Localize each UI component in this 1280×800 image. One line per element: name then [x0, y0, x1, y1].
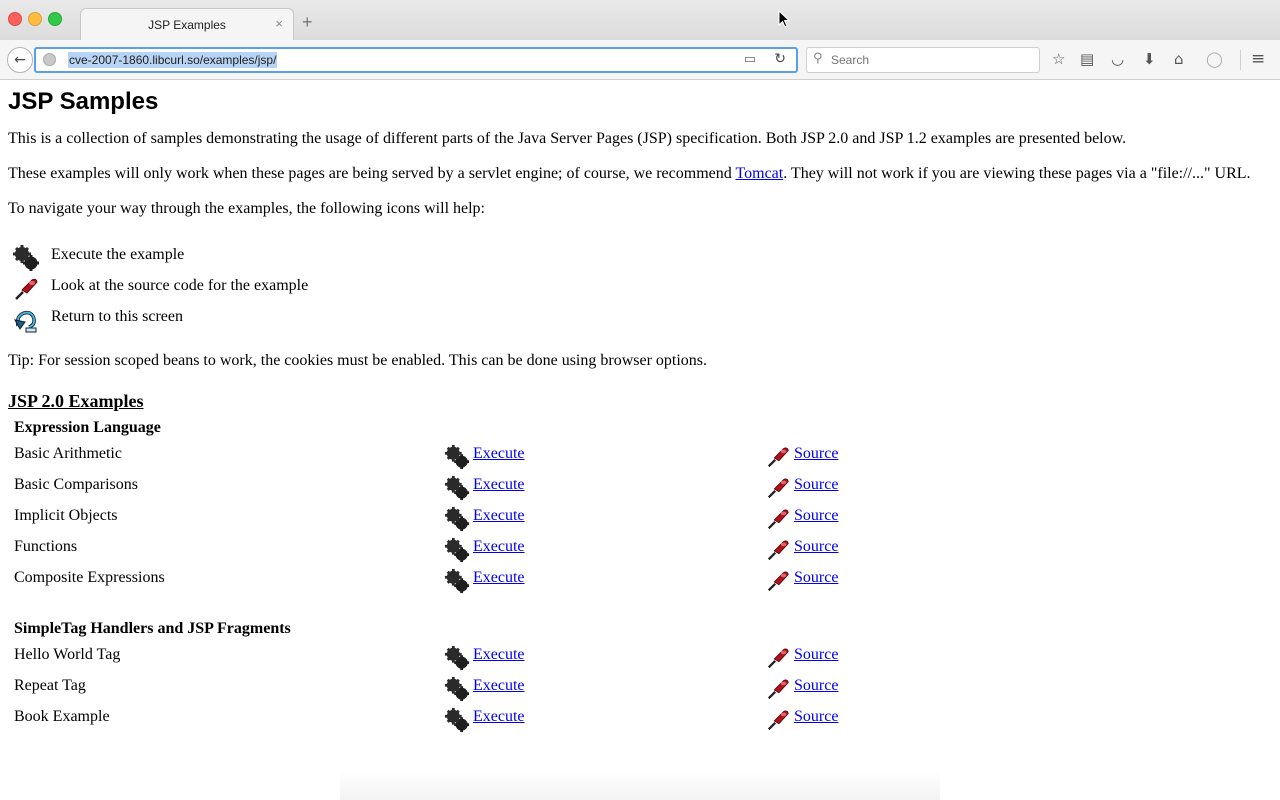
source-link[interactable]: Source [794, 507, 838, 525]
note-text-before: These examples will only work when these… [8, 165, 736, 182]
pen-icon [15, 278, 38, 300]
gears-icon[interactable] [444, 676, 470, 702]
navigation-toolbar: ← cve-2007-1860.libcurl.so/examples/jsp/… [0, 40, 1280, 80]
pen-icon[interactable] [765, 707, 791, 733]
group-title-expression-language: Expression Language [14, 419, 161, 436]
back-arrow-icon: ← [14, 52, 26, 68]
address-bar[interactable]: cve-2007-1860.libcurl.so/examples/jsp/ ▭… [34, 47, 798, 73]
gears-icon[interactable] [444, 444, 470, 470]
example-row: Functions Execute Source [0, 537, 1280, 568]
example-name: Book Example [14, 708, 110, 725]
pocket-icon[interactable]: ◡ [1111, 50, 1124, 68]
tab-close-icon[interactable]: × [275, 16, 283, 31]
reader-view-icon[interactable]: ▭ [744, 52, 756, 67]
new-tab-button[interactable]: + [302, 13, 313, 31]
example-row: Repeat Tag Execute Source [0, 676, 1280, 707]
tomcat-link[interactable]: Tomcat [735, 165, 783, 182]
tip-paragraph: Tip: For session scoped beans to work, t… [8, 352, 708, 369]
example-row: Basic Comparisons Execute Source [0, 475, 1280, 506]
bookmarks-list-icon[interactable]: ▤ [1080, 50, 1094, 68]
navigate-paragraph: To navigate your way through the example… [8, 200, 485, 217]
example-name: Functions [14, 538, 78, 555]
pen-icon[interactable] [765, 568, 791, 594]
execute-link[interactable]: Execute [473, 569, 525, 587]
pen-icon[interactable] [765, 444, 791, 470]
tab-jsp-examples[interactable]: JSP Examples × [80, 8, 294, 40]
execute-link[interactable]: Execute [473, 538, 525, 556]
section-title-jsp20: JSP 2.0 Examples [8, 391, 144, 411]
servlet-note-paragraph: These examples will only work when these… [8, 165, 1251, 183]
minimize-window-button[interactable] [28, 12, 42, 26]
gears-icon [13, 245, 39, 271]
example-name: Implicit Objects [14, 507, 118, 524]
gears-icon[interactable] [444, 506, 470, 532]
reload-icon[interactable]: ↻ [774, 51, 786, 67]
site-identity-icon[interactable] [43, 53, 56, 66]
title-bar: JSP Examples × + [0, 0, 1280, 40]
close-window-button[interactable] [8, 12, 22, 26]
home-icon[interactable]: ⌂ [1174, 50, 1184, 68]
execute-link[interactable]: Execute [473, 708, 525, 726]
legend-execute-text: Execute the example [51, 246, 185, 263]
pen-icon[interactable] [765, 645, 791, 671]
pen-icon[interactable] [765, 506, 791, 532]
example-name: Hello World Tag [14, 646, 121, 663]
toolbar-divider [1240, 50, 1241, 70]
gears-icon[interactable] [444, 707, 470, 733]
bookmark-star-icon[interactable]: ☆ [1052, 50, 1065, 68]
source-link[interactable]: Source [794, 538, 838, 556]
example-row: Hello World Tag Execute Source [0, 645, 1280, 676]
pen-icon[interactable] [765, 676, 791, 702]
execute-link[interactable]: Execute [473, 507, 525, 525]
pen-icon[interactable] [765, 475, 791, 501]
search-input[interactable] [831, 51, 1031, 69]
execute-link[interactable]: Execute [473, 646, 525, 664]
bottom-shadow [340, 770, 940, 800]
legend-return-text: Return to this screen [51, 308, 183, 325]
execute-link[interactable]: Execute [473, 677, 525, 695]
example-name: Basic Arithmetic [14, 445, 122, 462]
gears-icon[interactable] [444, 645, 470, 671]
source-link[interactable]: Source [794, 569, 838, 587]
pen-icon[interactable] [765, 537, 791, 563]
search-box[interactable]: ⚲ [806, 47, 1040, 73]
example-row: Composite Expressions Execute Source [0, 568, 1280, 599]
return-icon [14, 310, 37, 333]
execute-link[interactable]: Execute [473, 445, 525, 463]
download-icon[interactable]: ⬇ [1143, 50, 1156, 68]
example-name: Composite Expressions [14, 569, 165, 586]
note-text-after: . They will not work if you are viewing … [783, 165, 1251, 182]
mouse-cursor-icon [778, 10, 790, 28]
chat-bubble-icon[interactable]: ◯ [1206, 50, 1223, 68]
execute-link[interactable]: Execute [473, 476, 525, 494]
page-content: JSP Samples This is a collection of samp… [0, 80, 1280, 800]
source-link[interactable]: Source [794, 445, 838, 463]
example-name: Basic Comparisons [14, 476, 138, 493]
zoom-window-button[interactable] [48, 12, 62, 26]
gears-icon[interactable] [444, 537, 470, 563]
source-link[interactable]: Source [794, 708, 838, 726]
url-text[interactable]: cve-2007-1860.libcurl.so/examples/jsp/ [68, 52, 278, 68]
example-name: Repeat Tag [14, 677, 86, 694]
intro-paragraph: This is a collection of samples demonstr… [8, 130, 1127, 147]
tab-title: JSP Examples [148, 18, 226, 32]
gears-icon[interactable] [444, 568, 470, 594]
group-title-simpletag: SimpleTag Handlers and JSP Fragments [14, 620, 291, 637]
back-button[interactable]: ← [7, 47, 33, 73]
source-link[interactable]: Source [794, 646, 838, 664]
menu-icon[interactable]: ≡ [1251, 50, 1265, 68]
page-title: JSP Samples [8, 88, 159, 115]
source-link[interactable]: Source [794, 476, 838, 494]
example-row: Implicit Objects Execute Source [0, 506, 1280, 537]
example-row: Book Example Execute Source [0, 707, 1280, 738]
legend-source-text: Look at the source code for the example [51, 277, 309, 294]
gears-icon[interactable] [444, 475, 470, 501]
source-link[interactable]: Source [794, 677, 838, 695]
example-row: Basic Arithmetic Execute Source [0, 444, 1280, 475]
search-icon: ⚲ [813, 51, 823, 66]
